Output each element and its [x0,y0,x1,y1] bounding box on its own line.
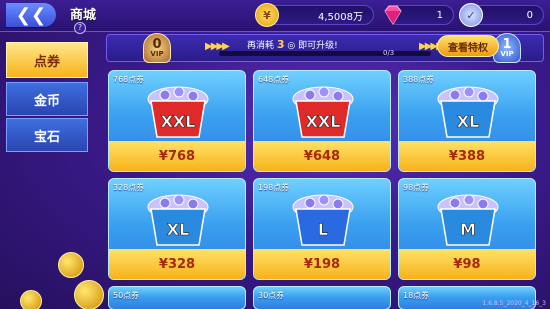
menu-item-gems[interactable]: 宝石 [6,118,88,152]
vip-current-badge: 0 VIP [143,33,171,63]
product-amount-label: 768点券 [113,75,145,84]
ticket-balance[interactable]: ✓ 0 [459,3,544,27]
product-amount-label: 328点券 [113,183,145,192]
coin-balance[interactable]: ¥ 4,5008万 [255,3,374,27]
product-amount-label: 50点券 [113,291,140,300]
menu-item-tickets[interactable]: 点券 [6,42,88,78]
product-card[interactable]: 388点券 XL ¥388 [398,70,536,172]
gem-icon [381,3,405,27]
help-icon[interactable]: ? [74,22,86,34]
coin-icon: ¥ [255,3,279,27]
size-badge-label: XXL [306,112,341,131]
ticket-icon: ✓ [459,3,483,27]
size-badge-label: XL [457,112,480,131]
coin-decor-icon [74,280,104,309]
menu-item-coins[interactable]: 金币 [6,82,88,116]
price-button[interactable]: ¥198 [254,249,390,279]
product-card[interactable]: 198点券 L ¥198 [253,178,391,280]
product-amount-label: 98点券 [403,183,430,192]
size-badge-label: L [318,220,328,239]
product-card[interactable]: 648点券 XXL ¥648 [253,70,391,172]
price-button[interactable]: ¥98 [399,249,535,279]
ticket-bucket-icon: XL [143,191,213,249]
gem-balance[interactable]: 1 [384,5,454,25]
product-card[interactable]: 98点券 M ¥98 [398,178,536,280]
product-amount-label: 18点券 [403,291,430,300]
version-label: 1.6.8.5_2020_4_16_3 [482,300,546,307]
product-amount-label: 30点券 [258,291,285,300]
chevron-left-icon: ❮❮ [15,4,47,26]
ticket-bucket-icon: XL [433,83,503,141]
page-title: 商城 [70,8,97,23]
ticket-bucket-icon: XXL [288,83,358,141]
vip-progress-track [219,51,431,56]
ticket-small-icon: ◎ [287,41,296,51]
price-button[interactable]: ¥768 [109,141,245,171]
back-button[interactable]: ❮❮ [6,3,56,27]
product-amount-label: 198点券 [258,183,290,192]
view-privilege-button[interactable]: 查看特权 [437,35,499,57]
product-card[interactable]: 30点券 [253,286,391,309]
ticket-bucket-icon: XXL [143,83,213,141]
coin-decor-icon [58,252,84,278]
product-amount-label: 388点券 [403,75,435,84]
product-card[interactable]: 328点券 XL ¥328 [108,178,246,280]
gem-amount: 1 [436,9,443,21]
price-button[interactable]: ¥388 [399,141,535,171]
vip-progress-text: 0/3 [383,49,395,57]
ticket-amount: 0 [526,9,533,21]
ticket-bucket-icon: M [433,191,503,249]
coin-amount: 4,5008万 [318,11,363,23]
price-button[interactable]: ¥648 [254,141,390,171]
vip-upgrade-text: 再消耗 3 ◎ 即可升级! [247,38,338,51]
product-card[interactable]: 768点券 XXL ¥768 [108,70,246,172]
size-badge-label: XXL [161,112,196,131]
price-button[interactable]: ¥328 [109,249,245,279]
product-card[interactable]: 50点券 [108,286,246,309]
size-badge-label: XL [167,220,190,239]
product-amount-label: 648点券 [258,75,290,84]
size-badge-label: M [460,220,476,239]
coin-decor-icon [20,290,42,309]
top-bar: ❮❮ 商城 ? ¥ 4,5008万 1 ✓ 0 [0,0,550,34]
ticket-bucket-icon: L [288,191,358,249]
